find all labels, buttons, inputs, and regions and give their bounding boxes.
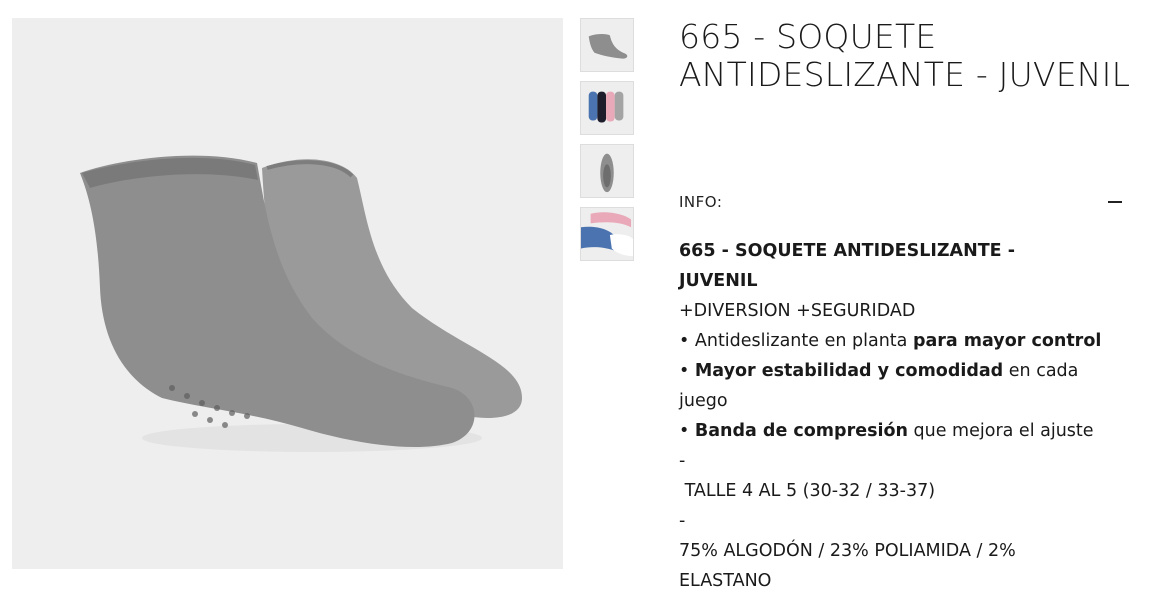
thumbnail-grey-socks[interactable] bbox=[580, 18, 634, 72]
thumbnail-gallery bbox=[580, 18, 634, 270]
bullet-anti-slip: • Antideslizante en planta para mayor co… bbox=[679, 331, 1102, 351]
material-info: 75% ALGODÓN / 23% POLIAMIDA / 2% bbox=[679, 541, 1016, 561]
material-info-cont: ELASTANO bbox=[679, 571, 772, 591]
product-title: 665 - SOQUETE ANTIDESLIZANTE - JUVENIL bbox=[679, 17, 1131, 94]
separator: - bbox=[679, 511, 686, 531]
thumbnail-multicolor-socks[interactable] bbox=[580, 81, 634, 135]
bullet-compression: • Banda de compresión que mejora el ajus… bbox=[679, 421, 1094, 441]
thumbnail-pink-blue-socks[interactable] bbox=[580, 207, 634, 261]
bullet-stability: • Mayor estabilidad y comodidad en cada bbox=[679, 361, 1079, 381]
thumbnail-sock-sole[interactable] bbox=[580, 144, 634, 198]
description-heading: 665 - SOQUETE ANTIDESLIZANTE - bbox=[679, 241, 1015, 261]
bullet-stability-cont: juego bbox=[679, 391, 728, 411]
product-main-image[interactable] bbox=[12, 18, 563, 569]
separator: - bbox=[679, 451, 686, 471]
info-accordion-toggle[interactable]: INFO: bbox=[679, 190, 1124, 214]
description-heading-cont: JUVENIL bbox=[679, 271, 758, 291]
product-description: 665 - SOQUETE ANTIDESLIZANTE - JUVENIL +… bbox=[679, 236, 1129, 596]
info-label: INFO: bbox=[679, 193, 723, 211]
grey-socks-illustration bbox=[12, 18, 563, 569]
minus-icon[interactable] bbox=[1108, 201, 1122, 203]
tagline: +DIVERSION +SEGURIDAD bbox=[679, 301, 916, 321]
size-info: TALLE 4 AL 5 (30-32 / 33-37) bbox=[679, 481, 936, 501]
